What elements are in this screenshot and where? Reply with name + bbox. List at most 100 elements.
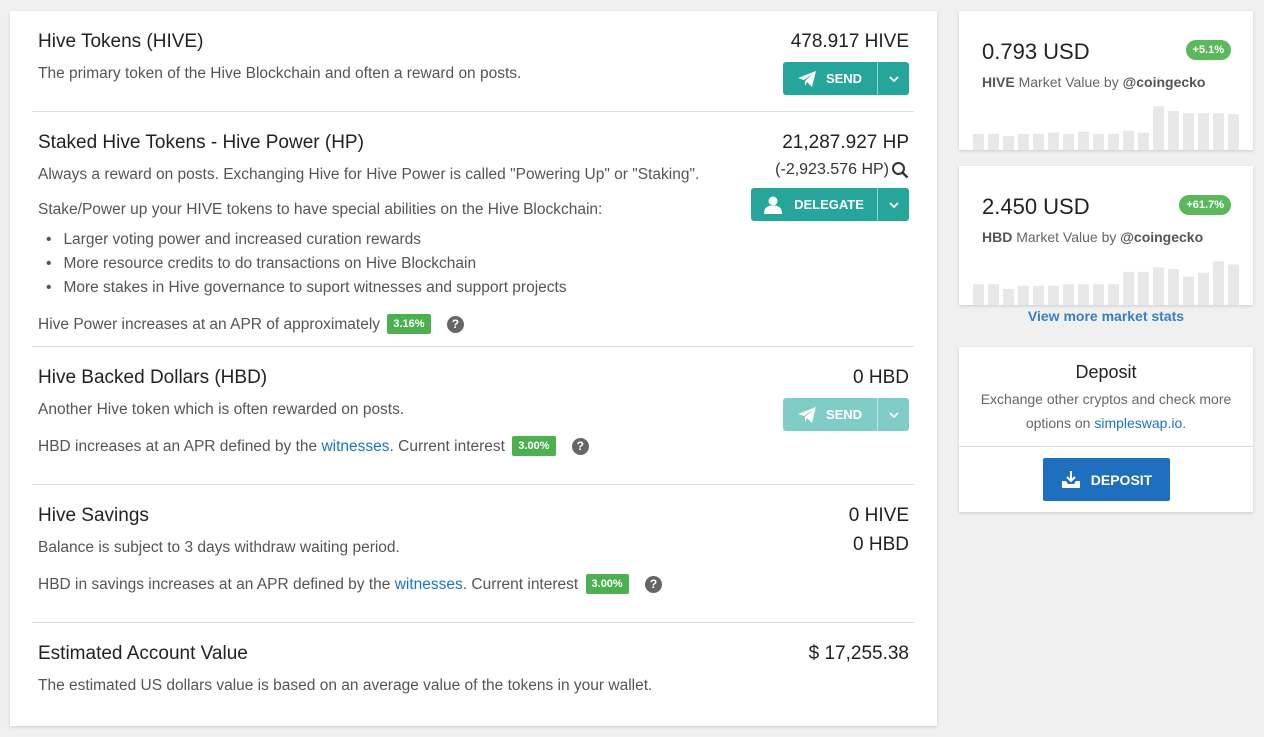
hp-amount[interactable]: 21,287.927 HP bbox=[782, 132, 909, 154]
hive-title: Hive Tokens (HIVE) bbox=[38, 31, 204, 52]
hive-price-chart bbox=[973, 104, 1239, 150]
help-icon[interactable]: ? bbox=[645, 576, 663, 593]
chart-bar bbox=[1033, 133, 1044, 150]
hp-actions-dropdown[interactable] bbox=[877, 188, 909, 221]
help-icon[interactable]: ? bbox=[446, 316, 464, 333]
deposit-button[interactable]: DEPOSIT bbox=[1043, 458, 1170, 501]
list-item: More resource credits to do transactions… bbox=[63, 255, 567, 279]
hp-delegate-button[interactable]: DELEGATE bbox=[751, 188, 877, 221]
coingecko-source: @coingecko bbox=[1122, 74, 1206, 90]
chart-bar bbox=[1078, 131, 1089, 150]
list-item: Larger voting power and increased curati… bbox=[63, 231, 567, 255]
chart-bar bbox=[1003, 136, 1014, 150]
witnesses-link[interactable]: witnesses bbox=[395, 576, 463, 593]
hp-delegate-button-group: DELEGATE bbox=[751, 188, 909, 221]
chart-bar bbox=[1018, 285, 1029, 305]
download-tray-icon bbox=[1061, 470, 1080, 488]
chart-bar bbox=[1048, 285, 1059, 305]
hp-apr-line: Hive Power increases at an APR of approx… bbox=[38, 314, 464, 334]
witnesses-link[interactable]: witnesses bbox=[321, 438, 389, 455]
chart-bar bbox=[1213, 113, 1224, 150]
chart-bar bbox=[1003, 288, 1014, 305]
hbd-market-label: HBD Market Value by @coingecko bbox=[982, 229, 1203, 245]
hbd-actions-dropdown[interactable] bbox=[877, 398, 909, 431]
deposit-card: Deposit Exchange other cryptos and check… bbox=[959, 347, 1253, 512]
hbd-send-label: SEND bbox=[825, 407, 863, 422]
hbd-send-button-group: SEND bbox=[783, 398, 909, 431]
chart-bar bbox=[1198, 272, 1209, 305]
market-value-text: Market Value by bbox=[1016, 229, 1117, 245]
chart-bar bbox=[1183, 113, 1194, 150]
chart-bar bbox=[1168, 269, 1179, 305]
paper-plane-icon bbox=[797, 406, 816, 423]
hive-send-button[interactable]: SEND bbox=[783, 62, 877, 95]
chart-bar bbox=[973, 284, 984, 305]
chart-bar bbox=[988, 284, 999, 305]
hbd-description: Another Hive token which is often reward… bbox=[38, 401, 405, 418]
hive-actions-dropdown[interactable] bbox=[877, 62, 909, 95]
savings-apr-prefix: HBD in savings increases at an APR defin… bbox=[38, 576, 391, 593]
hp-description: Always a reward on posts. Exchanging Hiv… bbox=[38, 166, 700, 183]
chart-bar bbox=[1138, 271, 1149, 305]
hp-stake-intro: Stake/Power up your HIVE tokens to have … bbox=[38, 201, 603, 218]
divider bbox=[959, 446, 1253, 447]
list-item: More stakes in Hive governance to suport… bbox=[63, 279, 566, 303]
user-delegate-icon bbox=[764, 196, 783, 214]
hbd-price: 2.450 USD bbox=[982, 194, 1090, 219]
hive-market-label: HIVE Market Value by @coingecko bbox=[982, 74, 1206, 90]
hp-delegate-label: DELEGATE bbox=[794, 197, 864, 212]
chart-bar bbox=[1153, 267, 1164, 305]
market-value-text: Market Value by bbox=[1018, 74, 1119, 90]
chart-bar bbox=[1123, 271, 1134, 305]
hp-title: Staked Hive Tokens - Hive Power (HP) bbox=[38, 132, 364, 153]
search-icon[interactable] bbox=[891, 161, 909, 179]
chart-bar bbox=[1198, 113, 1209, 150]
savings-hbd-amount[interactable]: 0 HBD bbox=[853, 534, 909, 556]
chart-bar bbox=[1078, 284, 1089, 305]
estimate-title: Estimated Account Value bbox=[38, 643, 248, 664]
help-icon[interactable]: ? bbox=[571, 438, 589, 455]
hbd-send-button[interactable]: SEND bbox=[783, 398, 877, 431]
hbd-amount[interactable]: 0 HBD bbox=[853, 367, 909, 389]
chart-bar bbox=[1138, 132, 1149, 150]
hive-amount[interactable]: 478.917 HIVE bbox=[791, 31, 909, 53]
hbd-change-badge: +61.7% bbox=[1179, 195, 1231, 215]
savings-description: Balance is subject to 3 days withdraw wa… bbox=[38, 539, 400, 556]
hive-price: 0.793 USD bbox=[982, 39, 1090, 64]
hive-market-card: 0.793 USD +5.1% HIVE Market Value by @co… bbox=[959, 11, 1253, 150]
view-more-market-stats-link[interactable]: View more market stats bbox=[959, 308, 1253, 324]
hbd-market-card: 2.450 USD +61.7% HBD Market Value by @co… bbox=[959, 166, 1253, 305]
chart-bar bbox=[1063, 133, 1074, 150]
simpleswap-link[interactable]: simpleswap.io bbox=[1094, 415, 1182, 431]
estimate-amount: $ 17,255.38 bbox=[808, 643, 909, 664]
divider bbox=[32, 622, 914, 623]
hp-apr-badge: 3.16% bbox=[387, 314, 431, 334]
chart-bar bbox=[1228, 114, 1239, 150]
paper-plane-icon bbox=[797, 70, 816, 87]
hbd-apr-suffix: . Current interest bbox=[389, 438, 505, 455]
deposit-title: Deposit bbox=[1075, 362, 1137, 382]
chart-bar bbox=[1048, 132, 1059, 150]
chart-bar bbox=[1213, 261, 1224, 305]
hp-features-list: Larger voting power and increased curati… bbox=[63, 231, 567, 303]
chart-bar bbox=[1063, 284, 1074, 305]
chart-bar bbox=[1093, 284, 1104, 305]
chart-bar bbox=[1228, 264, 1239, 305]
divider bbox=[32, 111, 914, 112]
chart-bar bbox=[988, 133, 999, 150]
savings-apr-line: HBD in savings increases at an APR defin… bbox=[38, 574, 663, 594]
chart-bar bbox=[1093, 133, 1104, 150]
wallet-balances-card: Hive Tokens (HIVE) The primary token of … bbox=[10, 11, 937, 726]
hp-apr-text: Hive Power increases at an APR of approx… bbox=[38, 316, 381, 333]
chart-bar bbox=[1153, 106, 1164, 150]
hbd-title: Hive Backed Dollars (HBD) bbox=[38, 367, 268, 388]
savings-hive-amount[interactable]: 0 HIVE bbox=[849, 505, 909, 527]
chart-bar bbox=[1123, 130, 1134, 150]
hbd-apr-line: HBD increases at an APR defined by the w… bbox=[38, 436, 589, 456]
chart-bar bbox=[1108, 133, 1119, 150]
hp-delegated-amount: (-2,923.576 HP) bbox=[775, 161, 889, 178]
chevron-down-icon bbox=[888, 411, 899, 418]
coingecko-source: @coingecko bbox=[1120, 229, 1204, 245]
savings-title: Hive Savings bbox=[38, 505, 149, 526]
chart-bar bbox=[1033, 285, 1044, 305]
